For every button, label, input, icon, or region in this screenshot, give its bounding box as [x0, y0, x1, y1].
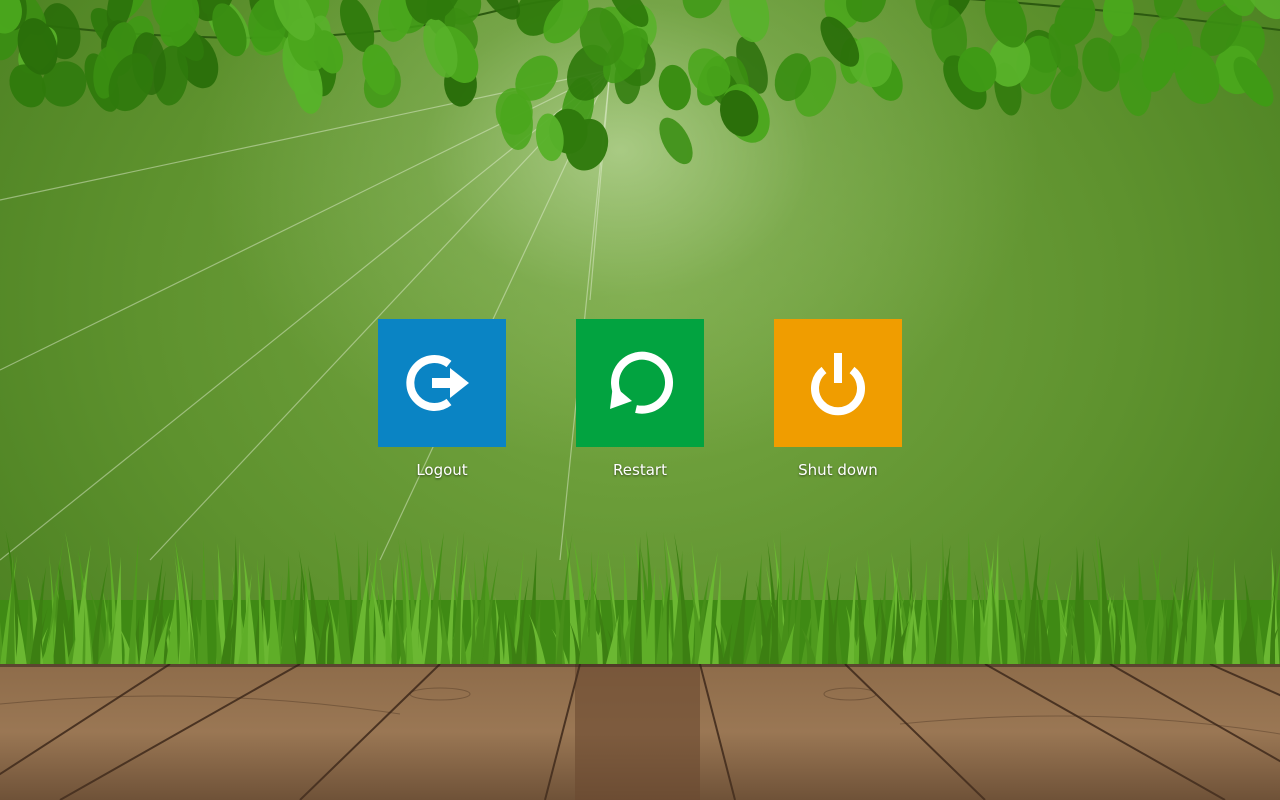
- grass-strip: [0, 530, 1280, 670]
- shutdown-option[interactable]: Shut down: [774, 319, 902, 479]
- logout-option[interactable]: Logout: [378, 319, 506, 479]
- leaves-canopy: [0, 0, 1280, 171]
- shutdown-label: Shut down: [798, 461, 878, 479]
- shutdown-button[interactable]: [774, 319, 902, 447]
- restart-option[interactable]: Restart: [576, 319, 704, 479]
- wooden-deck: [0, 664, 1280, 800]
- restart-label: Restart: [613, 461, 667, 479]
- power-icon: [811, 353, 865, 416]
- power-menu: Logout Restart Shut down: [378, 319, 902, 479]
- logout-label: Logout: [416, 461, 468, 479]
- restart-button[interactable]: [576, 319, 704, 447]
- desktop-background: Logout Restart Shut down: [0, 0, 1280, 800]
- logout-arrow-icon: [406, 355, 469, 411]
- logout-button[interactable]: [378, 319, 506, 447]
- restart-circle-icon: [610, 351, 673, 414]
